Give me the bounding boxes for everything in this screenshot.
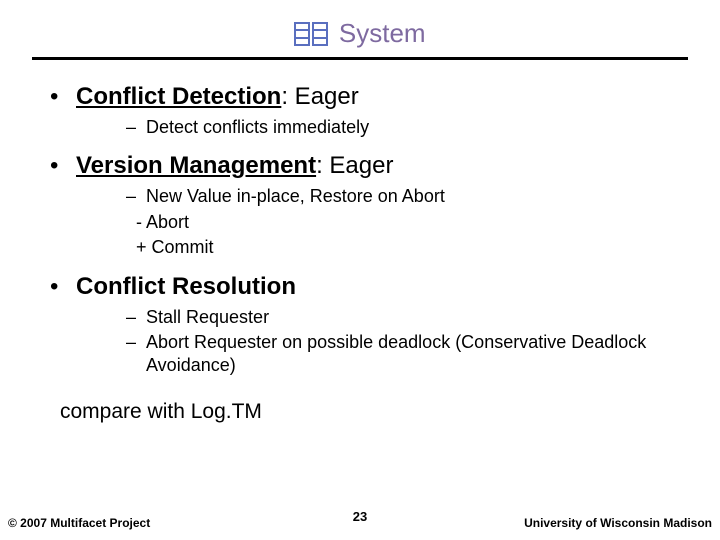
bullet-list: Conflict Detection: Eager Detect conflic… xyxy=(40,82,680,378)
footer-right: University of Wisconsin Madison xyxy=(524,516,712,530)
slide: System Conflict Detection: Eager Detect … xyxy=(0,0,720,540)
sub-item: Stall Requester xyxy=(76,306,680,329)
sub-item: Detect conflicts immediately xyxy=(76,116,680,139)
bullet-strong: Conflict Resolution xyxy=(76,273,296,300)
ee-logo-icon xyxy=(294,22,328,46)
bullet-strong: Conflict Detection xyxy=(76,83,281,110)
bullet-item: Conflict Detection: Eager Detect conflic… xyxy=(40,82,680,139)
sub-item: New Value in-place, Restore on Abort xyxy=(76,185,680,208)
bullet-item: Version Management: Eager New Value in-p… xyxy=(40,151,680,259)
slide-title: System xyxy=(339,18,426,48)
sub-list: Stall Requester Abort Requester on possi… xyxy=(76,306,680,378)
slide-body: Conflict Detection: Eager Detect conflic… xyxy=(0,60,720,424)
sub-list: New Value in-place, Restore on Abort - A… xyxy=(76,185,680,259)
sub-list: Detect conflicts immediately xyxy=(76,116,680,139)
bullet-rest: : Eager xyxy=(281,83,358,110)
bullet-item: Conflict Resolution Stall Requester Abor… xyxy=(40,272,680,378)
bullet-strong: Version Management xyxy=(76,152,316,179)
compare-note: compare with Log.TM xyxy=(40,400,680,424)
sub-item: + Commit xyxy=(76,236,680,259)
sub-item: - Abort xyxy=(76,211,680,234)
title-row: System xyxy=(0,0,720,49)
sub-item: Abort Requester on possible deadlock (Co… xyxy=(76,331,680,378)
bullet-rest: : Eager xyxy=(316,152,393,179)
